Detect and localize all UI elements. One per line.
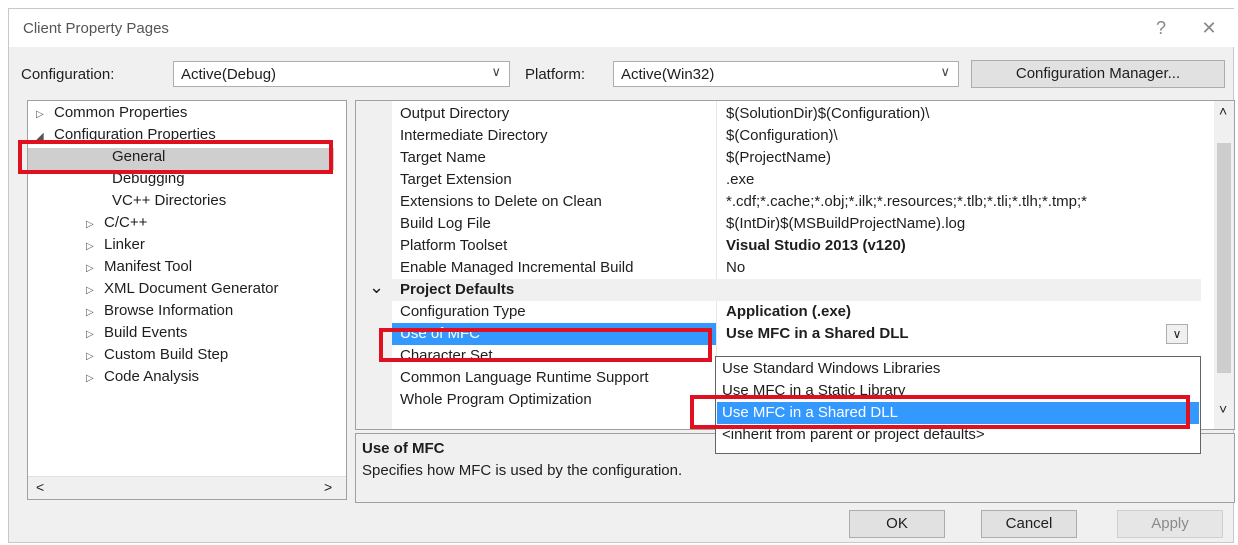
description-text: Specifies how MFC is used by the configu… (362, 462, 683, 479)
grid-row-platform-toolset[interactable]: Platform Toolset Visual Studio 2013 (v120… (356, 235, 1201, 257)
option-standard-windows-libraries[interactable]: Use Standard Windows Libraries (717, 358, 1199, 380)
apply-button[interactable]: Apply (1117, 510, 1223, 538)
highlight-box-shared-dll (690, 395, 1190, 429)
title-bar: Client Property Pages ? ✕ (9, 9, 1235, 47)
platform-label: Platform: (525, 66, 586, 83)
tree-item-custom-build-step[interactable]: ▷ Custom Build Step (86, 346, 228, 363)
chevron-down-icon[interactable]: ⌄ (369, 277, 384, 298)
scroll-right-icon[interactable]: > (324, 479, 332, 495)
window-title: Client Property Pages (23, 20, 169, 37)
scroll-thumb[interactable] (1217, 143, 1231, 373)
configuration-label: Configuration: (21, 66, 115, 83)
tree-item-browse-information[interactable]: ▷ Browse Information (86, 302, 233, 319)
scroll-down-icon[interactable]: ˅ (1219, 401, 1227, 417)
highlight-box-use-of-mfc (379, 328, 712, 362)
tree-item-common-properties[interactable]: ▷ Common Properties (36, 104, 187, 121)
expand-icon: ▷ (86, 219, 94, 230)
grid-row-build-log-file[interactable]: Build Log File $(IntDir)$(MSBuildProjectN… (356, 213, 1201, 235)
chevron-down-icon: ∨ (1172, 327, 1182, 341)
expand-icon: ▷ (86, 373, 94, 384)
cancel-button[interactable]: Cancel (981, 510, 1077, 538)
section-project-defaults[interactable]: ⌄ Project Defaults (356, 277, 1201, 301)
tree-item-vc-directories[interactable]: VC++ Directories (112, 192, 226, 209)
chevron-down-icon: ∨ (940, 64, 950, 79)
expand-icon: ▷ (86, 241, 94, 252)
tree-item-xml-document-generator[interactable]: ▷ XML Document Generator (86, 280, 279, 297)
tree-item-build-events[interactable]: ▷ Build Events (86, 324, 187, 341)
tree-item-linker[interactable]: ▷ Linker (86, 236, 145, 253)
configuration-select[interactable]: Active(Debug) ∨ (173, 61, 510, 87)
chevron-down-icon: ∨ (491, 64, 501, 79)
platform-value: Active(Win32) (621, 66, 715, 83)
tree-horizontal-scrollbar[interactable]: < > (28, 476, 346, 499)
tree-item-manifest-tool[interactable]: ▷ Manifest Tool (86, 258, 192, 275)
property-pages-dialog: Client Property Pages ? ✕ Configuration:… (8, 8, 1235, 543)
grid-row-target-extension[interactable]: Target Extension .exe (356, 169, 1201, 191)
grid-row-output-directory[interactable]: Output Directory $(SolutionDir)$(Configur… (356, 103, 1201, 125)
grid-row-target-name[interactable]: Target Name $(ProjectName) (356, 147, 1201, 169)
expand-icon: ▷ (36, 109, 44, 120)
scroll-left-icon[interactable]: < (36, 479, 44, 495)
expand-icon: ▷ (86, 351, 94, 362)
expand-icon: ▷ (86, 285, 94, 296)
close-button[interactable]: ✕ (1191, 15, 1227, 41)
description-title: Use of MFC (362, 440, 445, 457)
expand-icon: ▷ (86, 329, 94, 340)
grid-row-intermediate-directory[interactable]: Intermediate Directory $(Configuration)\ (356, 125, 1201, 147)
expand-icon: ▷ (86, 263, 94, 274)
tree-item-code-analysis[interactable]: ▷ Code Analysis (86, 368, 199, 385)
grid-row-extensions-to-delete[interactable]: Extensions to Delete on Clean *.cdf;*.cac… (356, 191, 1201, 213)
expand-icon: ▷ (86, 307, 94, 318)
tree-item-c-cpp[interactable]: ▷ C/C++ (86, 214, 147, 231)
highlight-box-general (18, 140, 333, 174)
mfc-dropdown-button[interactable]: ∨ (1166, 324, 1188, 344)
grid-row-configuration-type[interactable]: Configuration Type Application (.exe) (356, 301, 1201, 323)
grid-vertical-scrollbar[interactable]: ˄ ˅ (1214, 101, 1234, 429)
scroll-up-icon[interactable]: ˄ (1219, 103, 1227, 119)
help-button[interactable]: ? (1143, 15, 1179, 41)
grid-row-managed-incremental-build[interactable]: Enable Managed Incremental Build No (356, 257, 1201, 279)
ok-button[interactable]: OK (849, 510, 945, 538)
platform-select[interactable]: Active(Win32) ∨ (613, 61, 959, 87)
configuration-value: Active(Debug) (181, 66, 277, 83)
configuration-manager-button[interactable]: Configuration Manager... (971, 60, 1225, 88)
